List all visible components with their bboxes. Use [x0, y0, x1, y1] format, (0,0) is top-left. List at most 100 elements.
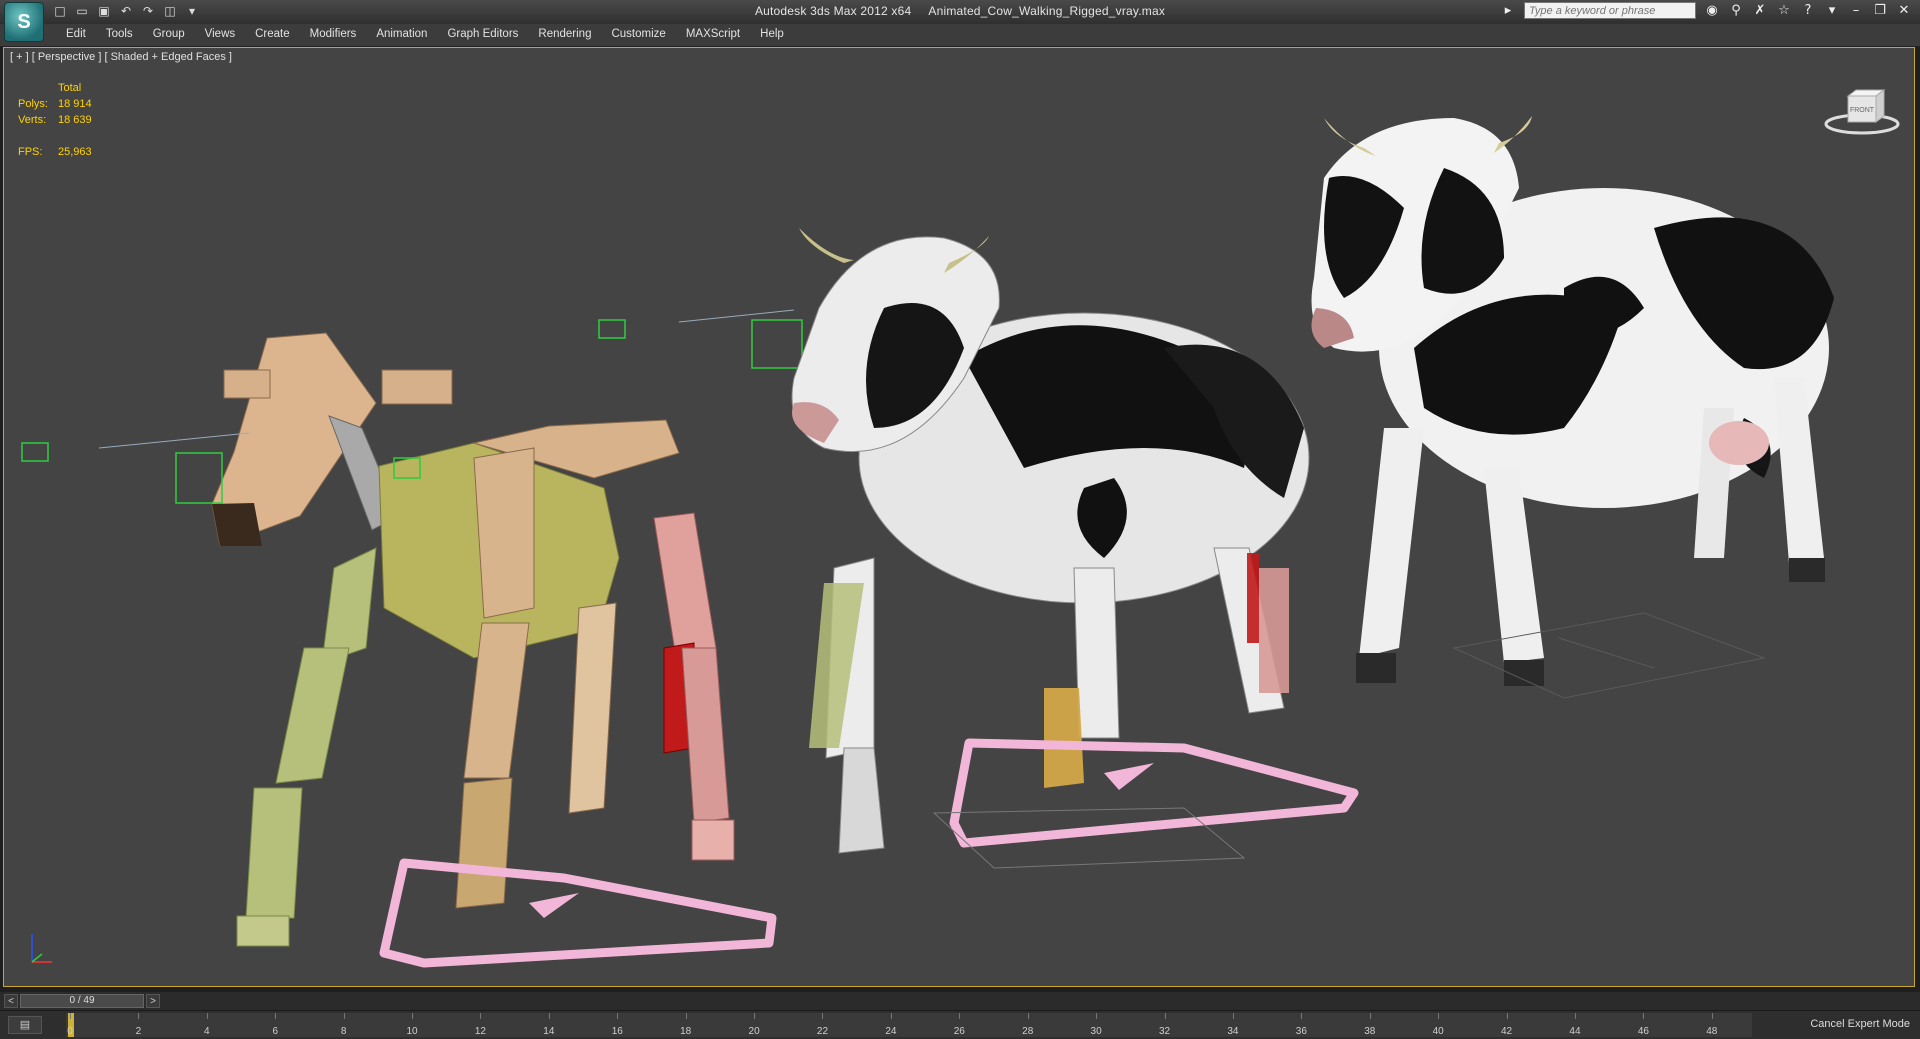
timeline-track[interactable]: 0 2 4 6 8 10 12 14 16 18 20 22 24 26 28 30 32 34 36 38 40 42 4… — [66, 1013, 1752, 1037]
menu-customize[interactable]: Customize — [601, 28, 675, 40]
timeline-tick-label: 34 — [1227, 1026, 1239, 1037]
timeline-tick — [548, 1013, 550, 1019]
timeline-tick — [1643, 1013, 1645, 1019]
timeline-tick — [480, 1013, 482, 1019]
timeline-tick — [1096, 1013, 1098, 1019]
viewcube-face-label: FRONT — [1850, 107, 1875, 114]
timeline-tick-label: 2 — [135, 1026, 142, 1037]
timeline-tick-label: 10 — [406, 1026, 418, 1037]
communication-icon[interactable]: ✗ — [1752, 3, 1768, 18]
timeline-tick-label: 36 — [1295, 1026, 1307, 1037]
binoculars-icon[interactable]: ◉ — [1704, 3, 1720, 18]
viewcube-icon[interactable]: FRONT — [1822, 86, 1902, 136]
timeline-tick-label: 16 — [611, 1026, 623, 1037]
menu-graph-editors[interactable]: Graph Editors — [437, 28, 528, 40]
timeline-tick-label: 0 — [67, 1026, 73, 1037]
timeline-tick-label: 32 — [1158, 1026, 1171, 1037]
timeline-tick-label: 18 — [680, 1026, 692, 1037]
timeline-tick — [343, 1013, 345, 1019]
time-slider[interactable]: 0 / 49 — [20, 994, 144, 1008]
timeline-tick — [1506, 1013, 1508, 1019]
verts-value: 18 639 — [58, 114, 92, 126]
rendered-cow[interactable] — [1311, 116, 1835, 699]
fps-value: 25,963 — [58, 146, 92, 158]
help-chevron-down-icon[interactable]: ▾ — [1824, 3, 1840, 18]
track-bar: ▤ 0 2 4 6 8 10 12 14 16 18 20 22 24 26 28 30 32 34 36 38 40 4… — [0, 1010, 1920, 1039]
timeline-tick — [412, 1013, 414, 1019]
menu-rendering[interactable]: Rendering — [528, 28, 601, 40]
close-icon[interactable]: ✕ — [1896, 3, 1912, 18]
viewcube[interactable]: FRONT — [1822, 86, 1902, 141]
app-title: Autodesk 3ds Max 2012 x64 — [754, 4, 912, 18]
timeline-tick — [890, 1013, 892, 1019]
perspective-viewport[interactable]: [ + ] [ Perspective ] [ Shaded + Edged F… — [3, 47, 1915, 987]
menu-bar: Edit Tools Group Views Create Modifiers … — [0, 24, 1920, 47]
menu-views[interactable]: Views — [195, 28, 245, 40]
timeline-tick-label: 12 — [474, 1026, 486, 1037]
statistics-overlay: Total Polys: 18 914 Verts: 18 639 FPS: 25,9… — [18, 80, 92, 160]
menu-group[interactable]: Group — [143, 28, 195, 40]
file-name: Animated_Cow_Walking_Rigged_vray.max — [928, 4, 1166, 18]
help-icon[interactable]: ? — [1800, 3, 1816, 18]
timeline-tick — [822, 1013, 824, 1019]
timeline-tick — [138, 1013, 140, 1019]
timeline-tick — [1438, 1013, 1440, 1019]
app-logo-icon[interactable]: S — [4, 2, 44, 42]
timeline-tick-label: 30 — [1090, 1026, 1102, 1037]
cancel-expert-mode-button[interactable]: Cancel Expert Mode — [1810, 1018, 1910, 1030]
timeline-tick — [1027, 1013, 1029, 1019]
timeline-tick-label: 40 — [1432, 1026, 1444, 1037]
title-bar: S □ ▭ ▣ ↶ ↷ ◫ ▾ Autodesk 3ds Max 2012 x6… — [0, 0, 1920, 42]
timeline-tick-label: 38 — [1364, 1026, 1376, 1037]
infocenter: ▸ ◉ ⚲ ✗ ☆ ? ▾ – ❐ ✕ — [1500, 2, 1912, 19]
timeline-tick — [959, 1013, 961, 1019]
timeline-tick-label: 4 — [204, 1026, 210, 1037]
menu-edit[interactable]: Edit — [56, 28, 96, 40]
timeline-tick — [206, 1013, 208, 1019]
wireframe-cow[interactable] — [791, 228, 1359, 869]
expand-arrow-icon[interactable]: ▸ — [1500, 3, 1516, 18]
timeline-tick — [70, 1013, 71, 1019]
timeline-tick — [754, 1013, 756, 1019]
timeline-tick-label: 42 — [1501, 1026, 1513, 1037]
menu-help[interactable]: Help — [750, 28, 794, 40]
axis-tripod-icon — [22, 928, 62, 973]
time-slider-bar: < 0 / 49 > — [0, 992, 1920, 1010]
bone-rig-cow[interactable] — [211, 332, 777, 968]
timeline-tick-label: 28 — [1022, 1026, 1034, 1037]
prev-frame-button[interactable]: < — [4, 994, 18, 1008]
menu-tools[interactable]: Tools — [96, 28, 143, 40]
timeline-tick-label: 8 — [340, 1026, 347, 1037]
timeline-tick-label: 20 — [748, 1026, 760, 1037]
timeline-tick — [275, 1013, 277, 1019]
timeline-tick — [617, 1013, 619, 1019]
timeline-tick-label: 22 — [816, 1026, 829, 1037]
search-input[interactable] — [1524, 2, 1696, 19]
menu-create[interactable]: Create — [245, 28, 300, 40]
menu-modifiers[interactable]: Modifiers — [300, 28, 367, 40]
key-icon[interactable]: ⚲ — [1728, 3, 1744, 18]
menu-maxscript[interactable]: MAXScript — [676, 28, 750, 40]
favorites-star-icon[interactable]: ☆ — [1776, 3, 1792, 18]
scene-render — [21, 116, 1835, 968]
timeline-tick — [685, 1013, 687, 1019]
mini-curve-editor-icon[interactable]: ▤ — [8, 1016, 42, 1034]
timeline-tick — [1232, 1013, 1234, 1019]
timeline-tick-label: 44 — [1569, 1026, 1581, 1037]
polys-label: Polys: — [18, 98, 48, 110]
next-frame-button[interactable]: > — [146, 994, 160, 1008]
timeline-tick — [1301, 1013, 1303, 1019]
stats-total-label: Total — [58, 82, 82, 94]
timeline-tick — [1164, 1013, 1166, 1019]
fps-label: FPS: — [18, 146, 43, 158]
minimize-icon[interactable]: – — [1848, 3, 1864, 18]
menu-animation[interactable]: Animation — [366, 28, 437, 40]
timeline-tick-label: 46 — [1637, 1026, 1649, 1037]
timeline-tick-label: 26 — [953, 1026, 965, 1037]
timeline-tick — [1369, 1013, 1371, 1019]
restore-icon[interactable]: ❐ — [1872, 3, 1888, 18]
timeline-tick-label: 14 — [543, 1026, 555, 1037]
polys-value: 18 914 — [58, 98, 92, 110]
timeline-tick — [1711, 1013, 1713, 1019]
viewport-label[interactable]: [ + ] [ Perspective ] [ Shaded + Edged F… — [10, 51, 232, 63]
